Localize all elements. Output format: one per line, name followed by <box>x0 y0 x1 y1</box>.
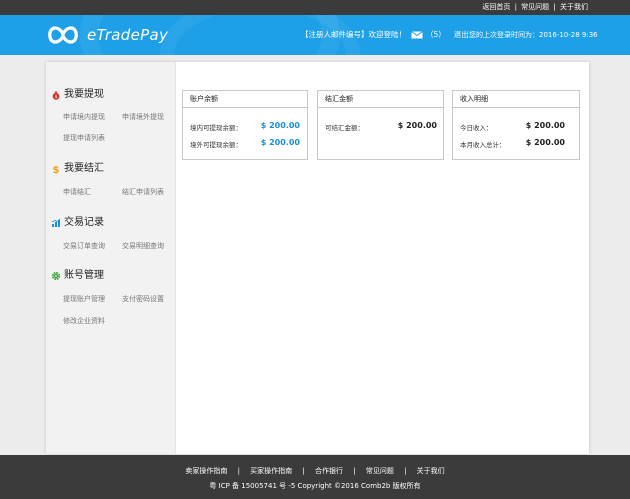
last-login-time: 您的上次登录时间为：2016-10-28 9:36 <box>469 31 598 39</box>
footer-link-faq[interactable]: 常见问题 <box>366 467 394 475</box>
top-link-faq[interactable]: 常见问题 <box>521 3 549 11</box>
separator: | <box>514 3 517 11</box>
mail-count[interactable]: （5） <box>426 30 446 40</box>
footer-link-seller-guide[interactable]: 卖家操作指南 <box>185 467 227 475</box>
income-label: 本月收入总计： <box>460 141 506 149</box>
separator: | <box>404 467 407 475</box>
footer-link-buyer-guide[interactable]: 买家操作指南 <box>250 467 292 475</box>
sidebar-section-title: 我要提现 <box>64 89 104 100</box>
sidebar-item-detail-query[interactable]: 交易明细查询 <box>122 241 164 251</box>
logo[interactable]: eTradePay <box>45 23 168 47</box>
separator: | <box>302 467 305 475</box>
footer-link-partner-banks[interactable]: 合作银行 <box>315 467 343 475</box>
income-value: $ 200.00 <box>525 121 565 130</box>
chart-icon <box>51 218 61 227</box>
exchange-value: $ 200.00 <box>397 121 437 130</box>
balance-card: 账户余额 境内可提现余额： $ 200.00 境外可提现余额： $ 200.00 <box>182 90 308 160</box>
sidebar-item-pay-password[interactable]: 支付密码设置 <box>122 294 164 304</box>
logout-link[interactable]: 退出 <box>454 30 469 40</box>
income-value: $ 200.00 <box>525 138 565 147</box>
sidebar-section-title: 我要结汇 <box>64 163 104 174</box>
top-links: 返回首页 | 常见问题 | 关于我们 <box>482 0 588 15</box>
footer-link-about[interactable]: 关于我们 <box>417 467 445 475</box>
card-title: 账户余额 <box>183 91 307 108</box>
sidebar-section-transactions[interactable]: 交易记录 <box>51 217 104 229</box>
sidebar-item-edit-company[interactable]: 修改企业资料 <box>63 316 105 326</box>
separator: | <box>237 467 240 475</box>
header: eTradePay 【注册人邮件编号】欢迎登陆！ （5） 退出 您的上次登录时间… <box>0 15 630 55</box>
exchange-label: 可结汇金额： <box>325 124 364 132</box>
svg-text:$: $ <box>53 165 60 174</box>
gear-icon <box>51 271 61 281</box>
svg-text:$: $ <box>55 94 58 100</box>
balance-value: $ 200.00 <box>260 138 300 147</box>
income-card: 收入明细 今日收入： $ 200.00 本月收入总计： $ 200.00 <box>452 90 580 160</box>
separator: | <box>553 3 556 11</box>
sidebar-item-account-manage[interactable]: 提现账户管理 <box>63 294 105 304</box>
card-title: 收入明细 <box>453 91 579 108</box>
sidebar-item-apply-exchange[interactable]: 申请结汇 <box>63 187 91 197</box>
sidebar-section-exchange[interactable]: $ 我要结汇 <box>51 163 104 175</box>
exchange-card: 结汇金额 可结汇金额： $ 200.00 <box>317 90 444 160</box>
sidebar-item-withdraw-list[interactable]: 提现申请列表 <box>63 133 105 143</box>
logo-text: eTradePay <box>87 26 169 44</box>
top-bar: 返回首页 | 常见问题 | 关于我们 <box>0 0 630 15</box>
sidebar-section-title: 账号管理 <box>64 270 104 281</box>
sidebar-item-overseas-withdraw[interactable]: 申请境外提现 <box>122 112 164 122</box>
main-panel: $ 我要提现 申请境内提现 申请境外提现 提现申请列表 $ 我要结汇 申请结汇 … <box>46 62 589 454</box>
sidebar: $ 我要提现 申请境内提现 申请境外提现 提现申请列表 $ 我要结汇 申请结汇 … <box>46 62 176 454</box>
sidebar-section-withdraw[interactable]: $ 我要提现 <box>51 89 104 101</box>
sidebar-item-exchange-list[interactable]: 结汇申请列表 <box>122 187 164 197</box>
infinity-logo-icon <box>48 26 78 44</box>
balance-label: 境外可提现余额： <box>190 141 242 149</box>
balance-label: 境内可提现余额： <box>190 124 242 132</box>
welcome-text: 【注册人邮件编号】欢迎登陆！ <box>301 30 406 39</box>
balance-value: $ 200.00 <box>260 121 300 130</box>
footer-links: 卖家操作指南 | 买家操作指南 | 合作银行 | 常见问题 | 关于我们 <box>0 466 630 476</box>
mail-icon[interactable] <box>411 31 423 39</box>
welcome-area: 【注册人邮件编号】欢迎登陆！ （5） 退出 <box>301 30 469 40</box>
dollar-icon: $ <box>53 165 60 174</box>
money-bag-icon: $ <box>52 91 60 100</box>
content-area: 账户余额 境内可提现余额： $ 200.00 境外可提现余额： $ 200.00… <box>176 62 589 454</box>
sidebar-item-domestic-withdraw[interactable]: 申请境内提现 <box>63 112 105 122</box>
top-link-home[interactable]: 返回首页 <box>482 3 510 11</box>
top-link-about[interactable]: 关于我们 <box>560 3 588 11</box>
copyright-text: 粤 ICP 备 15005741 号 -5 Copyright ©2016 Co… <box>209 482 421 490</box>
sidebar-section-account[interactable]: 账号管理 <box>51 270 104 282</box>
footer: 卖家操作指南 | 买家操作指南 | 合作银行 | 常见问题 | 关于我们 粤 I… <box>0 455 630 499</box>
sidebar-section-title: 交易记录 <box>64 217 104 228</box>
separator: | <box>353 467 356 475</box>
card-title: 结汇金额 <box>318 91 443 108</box>
sidebar-item-order-query[interactable]: 交易订单查询 <box>63 241 105 251</box>
income-label: 今日收入： <box>460 124 493 132</box>
